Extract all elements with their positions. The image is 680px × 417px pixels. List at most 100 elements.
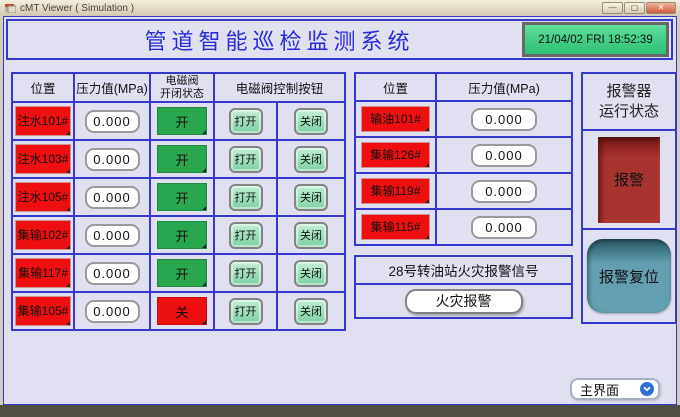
alarm-panel-title: 报警器 运行状态	[583, 74, 675, 131]
valve-open-button[interactable]: 打开	[229, 222, 263, 249]
valve-open-button[interactable]: 打开	[229, 184, 263, 211]
touch-notch-icon	[202, 282, 206, 286]
table-row-pressure: 0.000	[75, 293, 151, 331]
location-tag: 集输105#	[15, 296, 70, 326]
table-row-pressure: 0.000	[75, 141, 151, 179]
touch-notch-icon	[66, 169, 70, 173]
column-header-location: 位置	[356, 74, 437, 102]
app-icon	[5, 3, 16, 13]
table-row-open: 打开	[215, 103, 278, 141]
touch-notch-icon	[425, 235, 429, 239]
valve-close-button[interactable]: 关闭	[294, 146, 328, 173]
pressure-value: 0.000	[471, 144, 537, 167]
valve-open-button[interactable]: 打开	[229, 108, 263, 135]
table-row-location: 集输119#	[356, 174, 437, 210]
table-row-location: 输油101#	[356, 102, 437, 138]
pressure-table: 位置 压力值(MPa) 输油101# 0.000 集输126# 0.000 集输…	[354, 72, 573, 246]
valve-status-lamp: 开	[157, 259, 207, 287]
valve-close-button[interactable]: 关闭	[294, 108, 328, 135]
location-tag: 集输119#	[361, 178, 431, 205]
datetime-display: 21/04/02 FRI 18:52:39	[522, 22, 669, 57]
alarm-indicator-lamp: 报警	[598, 137, 660, 223]
pressure-value: 0.000	[85, 262, 140, 285]
location-tag: 集输117#	[15, 258, 70, 288]
column-header-pressure: 压力值(MPa)	[75, 74, 151, 103]
window-title: cMT Viewer ( Simulation )	[20, 3, 134, 14]
location-tag: 集输126#	[361, 142, 431, 169]
touch-notch-icon	[66, 321, 70, 325]
pressure-value: 0.000	[471, 180, 537, 203]
window-titlebar: cMT Viewer ( Simulation ) — ▢ ✕	[0, 0, 680, 16]
touch-notch-icon	[202, 130, 206, 134]
valve-open-button[interactable]: 打开	[229, 298, 263, 325]
fire-alarm-button[interactable]: 火灾报警	[405, 289, 523, 314]
location-tag: 集输115#	[361, 214, 431, 241]
pressure-value: 0.000	[85, 148, 140, 171]
header-banner: 管道智能巡检监测系统 21/04/02 FRI 18:52:39	[6, 19, 673, 60]
touch-notch-icon	[66, 245, 70, 249]
fire-alarm-title: 28号转油站火灾报警信号	[356, 257, 571, 285]
valve-table: 位置 压力值(MPa) 电磁阀 开闭状态 电磁阀控制按钮 注水101# 0.00…	[11, 72, 346, 331]
pressure-value: 0.000	[471, 108, 537, 131]
table-row-pressure: 0.000	[437, 174, 573, 210]
table-row-pressure: 0.000	[75, 255, 151, 293]
valve-status-lamp: 开	[157, 183, 207, 211]
table-row-status: 开	[151, 103, 215, 141]
touch-notch-icon	[425, 163, 429, 167]
valve-status-lamp: 开	[157, 145, 207, 173]
close-button[interactable]: ✕	[646, 2, 676, 14]
minimize-button[interactable]: —	[602, 2, 623, 14]
table-row-close: 关闭	[278, 141, 346, 179]
column-header-valve-control: 电磁阀控制按钮	[215, 74, 346, 103]
table-row-open: 打开	[215, 293, 278, 331]
table-row-open: 打开	[215, 141, 278, 179]
touch-notch-icon	[202, 244, 206, 248]
column-header-pressure: 压力值(MPa)	[437, 74, 573, 102]
touch-notch-icon	[66, 131, 70, 135]
valve-close-button[interactable]: 关闭	[294, 260, 328, 287]
table-row-location: 集输102#	[13, 217, 75, 255]
table-row-close: 关闭	[278, 103, 346, 141]
valve-open-button[interactable]: 打开	[229, 260, 263, 287]
location-tag: 注水101#	[15, 106, 70, 136]
pressure-value: 0.000	[85, 224, 140, 247]
table-row-status: 开	[151, 217, 215, 255]
table-row-close: 关闭	[278, 293, 346, 331]
table-row-open: 打开	[215, 255, 278, 293]
valve-status-lamp: 开	[157, 221, 207, 249]
location-tag: 注水105#	[15, 182, 70, 212]
touch-notch-icon	[202, 206, 206, 210]
pressure-value: 0.000	[85, 186, 140, 209]
valve-close-button[interactable]: 关闭	[294, 222, 328, 249]
touch-notch-icon	[66, 283, 70, 287]
alarm-panel: 报警器 运行状态 报警 报警复位	[581, 72, 677, 324]
valve-close-button[interactable]: 关闭	[294, 184, 328, 211]
alarm-reset-button[interactable]: 报警复位	[587, 239, 671, 313]
table-row-close: 关闭	[278, 179, 346, 217]
touch-notch-icon	[202, 320, 206, 324]
page-selector-dropdown[interactable]: 主界面	[570, 378, 660, 400]
valve-status-lamp: 关	[157, 297, 207, 325]
hmi-content: 管道智能巡检监测系统 21/04/02 FRI 18:52:39 位置 压力值(…	[3, 16, 677, 405]
table-row-location: 注水103#	[13, 141, 75, 179]
valve-close-button[interactable]: 关闭	[294, 298, 328, 325]
table-row-close: 关闭	[278, 255, 346, 293]
pressure-value: 0.000	[471, 216, 537, 239]
pressure-value: 0.000	[85, 300, 140, 323]
table-row-pressure: 0.000	[437, 102, 573, 138]
column-header-valve-status: 电磁阀 开闭状态	[151, 74, 215, 103]
table-row-location: 集输117#	[13, 255, 75, 293]
touch-notch-icon	[425, 127, 429, 131]
pressure-value: 0.000	[85, 110, 140, 133]
column-header-location: 位置	[13, 74, 75, 103]
location-tag: 集输102#	[15, 220, 70, 250]
table-row-location: 集输105#	[13, 293, 75, 331]
valve-status-lamp: 开	[157, 107, 207, 135]
fire-alarm-box: 28号转油站火灾报警信号 火灾报警	[354, 255, 573, 319]
table-row-pressure: 0.000	[75, 217, 151, 255]
valve-open-button[interactable]: 打开	[229, 146, 263, 173]
maximize-button[interactable]: ▢	[624, 2, 645, 14]
page-selector-value: 主界面	[580, 380, 640, 399]
touch-notch-icon	[425, 199, 429, 203]
table-row-status: 开	[151, 141, 215, 179]
